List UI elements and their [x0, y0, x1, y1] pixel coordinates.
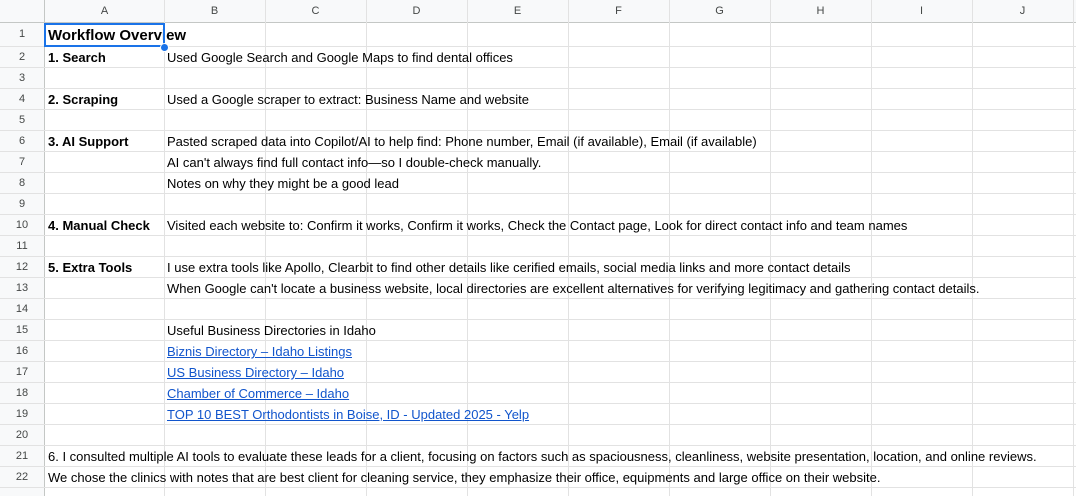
link-yelp-orthodontists[interactable]: TOP 10 BEST Orthodontists in Boise, ID -…: [167, 404, 529, 425]
row-header-6[interactable]: 6: [0, 131, 44, 152]
gridline: [0, 424, 1076, 425]
row-header-21[interactable]: 21: [0, 446, 44, 467]
gridline: [568, 0, 569, 496]
link-us-business-directory[interactable]: US Business Directory – Idaho: [167, 362, 344, 383]
row-header-17[interactable]: 17: [0, 362, 44, 383]
row-header-14[interactable]: 14: [0, 299, 44, 320]
gridline: [0, 340, 1076, 341]
row-header-19[interactable]: 19: [0, 404, 44, 425]
cell-a2[interactable]: 1. Search: [48, 47, 106, 68]
cell-b2[interactable]: Used Google Search and Google Maps to fi…: [167, 47, 513, 68]
cell-b12[interactable]: I use extra tools like Apollo, Clearbit …: [167, 257, 851, 278]
row-header-16[interactable]: 16: [0, 341, 44, 362]
column-header-b[interactable]: B: [164, 0, 265, 23]
cell-b13[interactable]: When Google can't locate a business webs…: [167, 278, 980, 299]
row-header-22[interactable]: 22: [0, 467, 44, 488]
row-header-8[interactable]: 8: [0, 173, 44, 194]
column-header-h[interactable]: H: [770, 0, 871, 23]
gridline: [0, 88, 1076, 89]
cell-b10[interactable]: Visited each website to: Confirm it work…: [167, 215, 907, 236]
column-header-c[interactable]: C: [265, 0, 366, 23]
row-header-1[interactable]: 1: [0, 24, 44, 45]
cell-a12[interactable]: 5. Extra Tools: [48, 257, 132, 278]
cell-a6[interactable]: 3. AI Support: [48, 131, 128, 152]
cell-b7[interactable]: AI can't always find full contact info—s…: [167, 152, 541, 173]
gridline: [0, 109, 1076, 110]
spreadsheet-grid[interactable]: A B C D E F G H I J 1 2 3 4 5 6 7 8 9 10…: [0, 0, 1076, 496]
column-header-i[interactable]: I: [871, 0, 972, 23]
gridline: [770, 0, 771, 496]
row-header-2[interactable]: 2: [0, 47, 44, 68]
cell-a4[interactable]: 2. Scraping: [48, 89, 118, 110]
gridline: [871, 0, 872, 496]
gridline: [0, 67, 1076, 68]
row-header-13[interactable]: 13: [0, 278, 44, 299]
row-header-7[interactable]: 7: [0, 152, 44, 173]
row-header-11[interactable]: 11: [0, 236, 44, 257]
row-header-10[interactable]: 10: [0, 215, 44, 236]
row-header-18[interactable]: 18: [0, 383, 44, 404]
cell-a22[interactable]: We chose the clinics with notes that are…: [48, 467, 880, 488]
cell-b6[interactable]: Pasted scraped data into Copilot/AI to h…: [167, 131, 757, 152]
row-header-15[interactable]: 15: [0, 320, 44, 341]
cell-a10[interactable]: 4. Manual Check: [48, 215, 150, 236]
column-header-d[interactable]: D: [366, 0, 467, 23]
gridline: [972, 0, 973, 496]
row-header-4[interactable]: 4: [0, 89, 44, 110]
gridline: [1073, 0, 1074, 496]
link-chamber-of-commerce[interactable]: Chamber of Commerce – Idaho: [167, 383, 349, 404]
column-header-j[interactable]: J: [972, 0, 1073, 23]
column-header-a[interactable]: A: [45, 0, 164, 23]
cell-b4[interactable]: Used a Google scraper to extract: Busine…: [167, 89, 529, 110]
gridline: [0, 361, 1076, 362]
gridline: [0, 193, 1076, 194]
cell-b15[interactable]: Useful Business Directories in Idaho: [167, 320, 376, 341]
row-header-5[interactable]: 5: [0, 110, 44, 131]
column-header-e[interactable]: E: [467, 0, 568, 23]
row-header-20[interactable]: 20: [0, 425, 44, 446]
row-header-3[interactable]: 3: [0, 68, 44, 89]
link-biznis-directory[interactable]: Biznis Directory – Idaho Listings: [167, 341, 352, 362]
row-header-9[interactable]: 9: [0, 194, 44, 215]
column-header-g[interactable]: G: [669, 0, 770, 23]
column-header-f[interactable]: F: [568, 0, 669, 23]
gridline: [669, 0, 670, 496]
row-header-12[interactable]: 12: [0, 257, 44, 278]
gridline: [0, 319, 1076, 320]
gridline: [0, 382, 1076, 383]
select-all-corner[interactable]: [0, 0, 45, 23]
cell-a21[interactable]: 6. I consulted multiple AI tools to eval…: [48, 446, 1037, 467]
gridline: [0, 403, 1076, 404]
gridline: [164, 0, 165, 496]
fill-handle[interactable]: [160, 43, 169, 52]
cell-b8[interactable]: Notes on why they might be a good lead: [167, 173, 399, 194]
